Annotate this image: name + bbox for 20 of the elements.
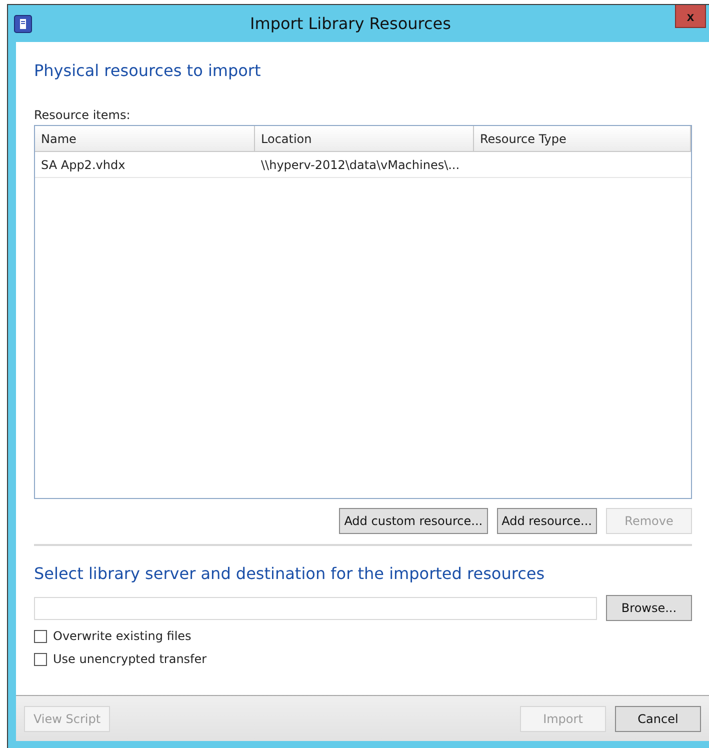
app-icon: [14, 14, 32, 32]
section-heading: Select library server and destination for the imported resources: [34, 564, 546, 583]
column-header[interactable]: Resource Type: [474, 126, 691, 152]
checkbox[interactable]: [34, 652, 47, 666]
close-button[interactable]: x: [675, 5, 706, 28]
destination-field[interactable]: [34, 596, 597, 620]
column-header[interactable]: Name: [35, 126, 255, 152]
button[interactable]: Browse...: [606, 595, 692, 621]
button[interactable]: Add custom resource...: [339, 508, 488, 534]
checkbox-label: Use unencrypted transfer: [53, 652, 207, 666]
checkbox[interactable]: [34, 630, 47, 642]
table-label: Resource items:: [34, 108, 132, 122]
checkbox-label: Overwrite existing files: [53, 629, 192, 643]
table-cell: SA App2.vhdx: [35, 152, 255, 178]
table-cell: \\hyperv-2012\data\vMachines\...: [255, 152, 474, 178]
section-heading: Physical resources to import: [34, 61, 262, 80]
column-header[interactable]: Location: [255, 126, 474, 152]
window-title: Import Library Resources: [249, 14, 452, 33]
button[interactable]: Cancel: [615, 706, 701, 732]
button[interactable]: Add resource...: [496, 508, 597, 534]
